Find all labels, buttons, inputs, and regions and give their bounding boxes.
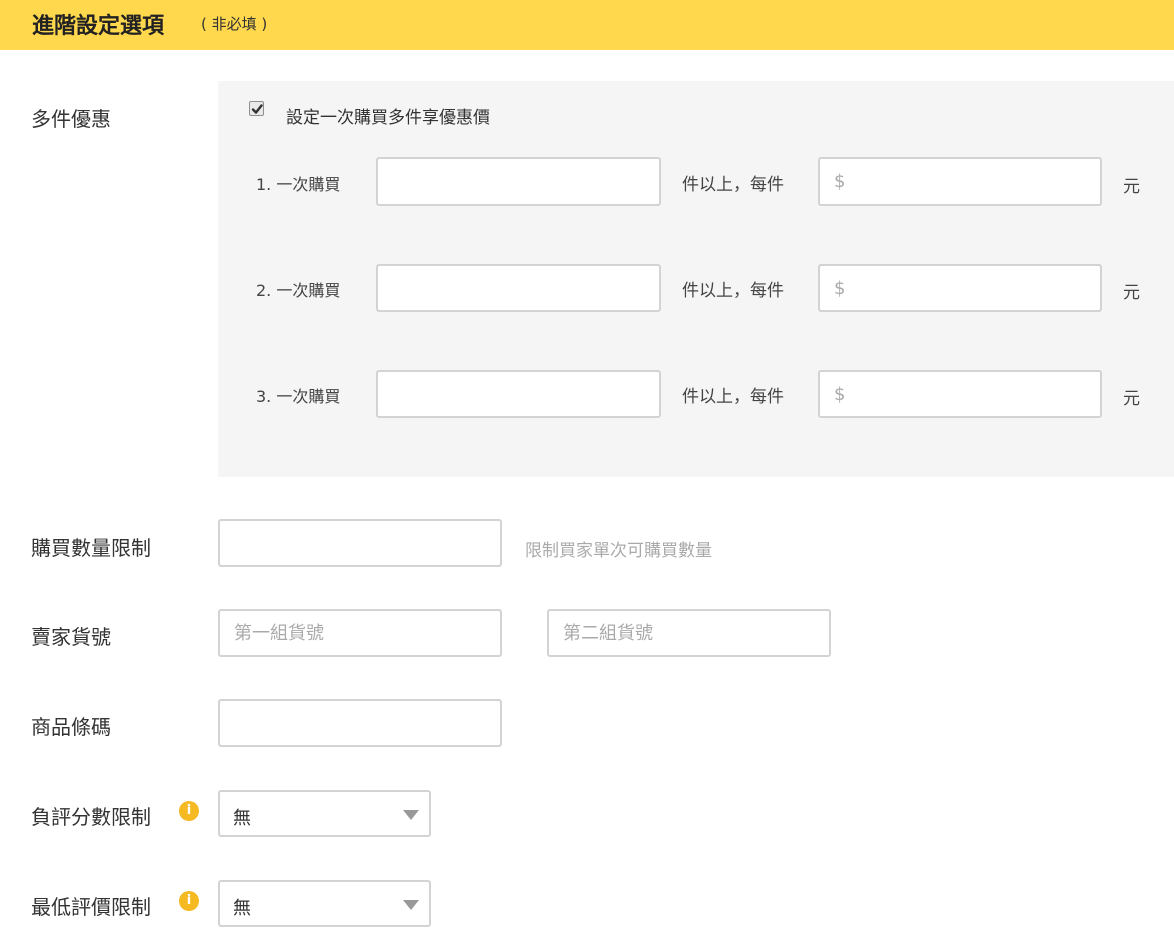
- tier-2-unit: 元: [1123, 283, 1140, 303]
- tier-2-prefix: 2. 一次購買: [256, 281, 341, 300]
- dropdown-arrow-icon: [403, 900, 419, 910]
- seller-sku-label: 賣家貨號: [31, 625, 111, 649]
- tier-1-unit: 元: [1123, 177, 1140, 197]
- tier-3-unit: 元: [1123, 389, 1140, 409]
- min-rating-limit-select[interactable]: 無: [218, 880, 431, 927]
- tier-1-prefix: 1. 一次購買: [256, 175, 341, 194]
- optional-note: ( 非必填 ): [201, 15, 268, 33]
- tier-2-quantity-input[interactable]: [376, 264, 661, 312]
- negative-rating-limit-label: 負評分數限制: [31, 805, 151, 829]
- tier-1-mid-text: 件以上，每件: [682, 175, 784, 195]
- min-rating-limit-label: 最低評價限制: [31, 895, 151, 919]
- purchase-limit-input[interactable]: [218, 519, 502, 567]
- dropdown-arrow-icon: [403, 810, 419, 820]
- min-rating-limit-value: 無: [233, 898, 251, 919]
- section-title: 進階設定選項: [32, 14, 165, 39]
- purchase-limit-hint: 限制買家單次可購買數量: [525, 541, 712, 561]
- tier-3-price-input[interactable]: [818, 370, 1102, 418]
- negative-rating-limit-value: 無: [233, 808, 251, 829]
- tier-3-prefix: 3. 一次購買: [256, 387, 341, 406]
- negative-rating-limit-select[interactable]: 無: [218, 790, 431, 837]
- tier-1-price-input[interactable]: [818, 157, 1102, 206]
- tier-2-price-input[interactable]: [818, 264, 1102, 312]
- info-icon[interactable]: i: [179, 801, 199, 821]
- barcode-input[interactable]: [218, 699, 502, 747]
- tier-1-quantity-input[interactable]: [376, 157, 661, 206]
- seller-sku-first-input[interactable]: [218, 609, 502, 657]
- seller-sku-second-input[interactable]: [547, 609, 831, 657]
- tier-3-quantity-input[interactable]: [376, 370, 661, 418]
- tier-3-mid-text: 件以上，每件: [682, 387, 784, 407]
- purchase-limit-label: 購買數量限制: [31, 536, 151, 560]
- multi-discount-label: 多件優惠: [31, 107, 111, 131]
- info-icon[interactable]: i: [179, 891, 199, 911]
- tier-2-mid-text: 件以上，每件: [682, 281, 784, 301]
- checkmark-icon: [251, 104, 263, 114]
- multi-discount-checkbox-label[interactable]: 設定一次購買多件享優惠價: [286, 103, 490, 128]
- multi-discount-checkbox[interactable]: [249, 101, 264, 116]
- barcode-label: 商品條碼: [31, 715, 111, 739]
- section-header: 進階設定選項 ( 非必填 ): [0, 0, 1174, 50]
